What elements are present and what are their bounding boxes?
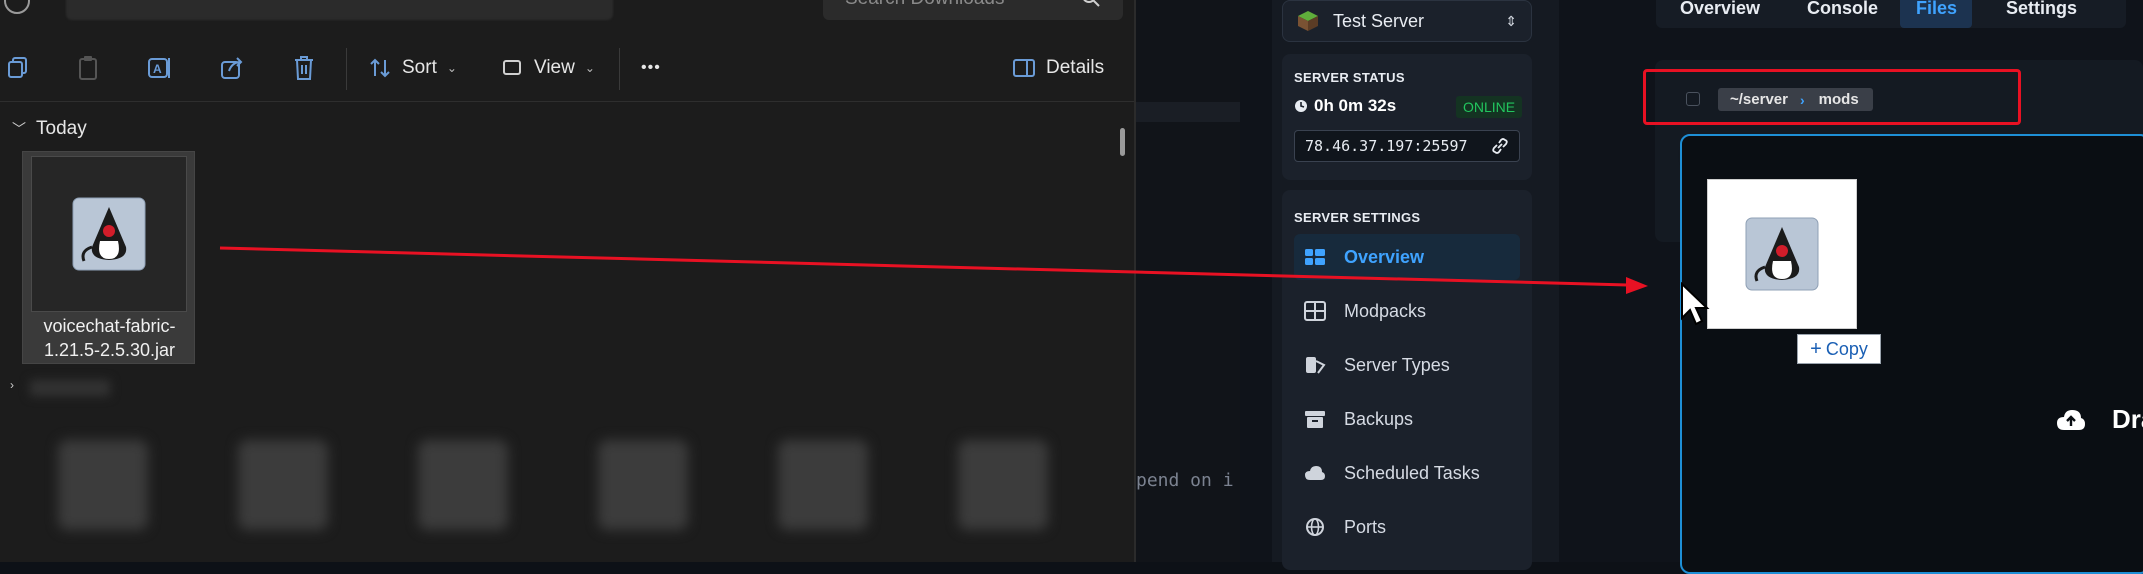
copy-drag-tooltip: + Copy <box>1797 334 1881 364</box>
mouse-cursor-icon <box>1681 282 1710 326</box>
plus-icon: + <box>1810 337 1822 360</box>
copy-label: Copy <box>1825 338 1868 359</box>
java-duke-icon <box>1745 217 1819 291</box>
drag-preview <box>1707 179 1857 329</box>
